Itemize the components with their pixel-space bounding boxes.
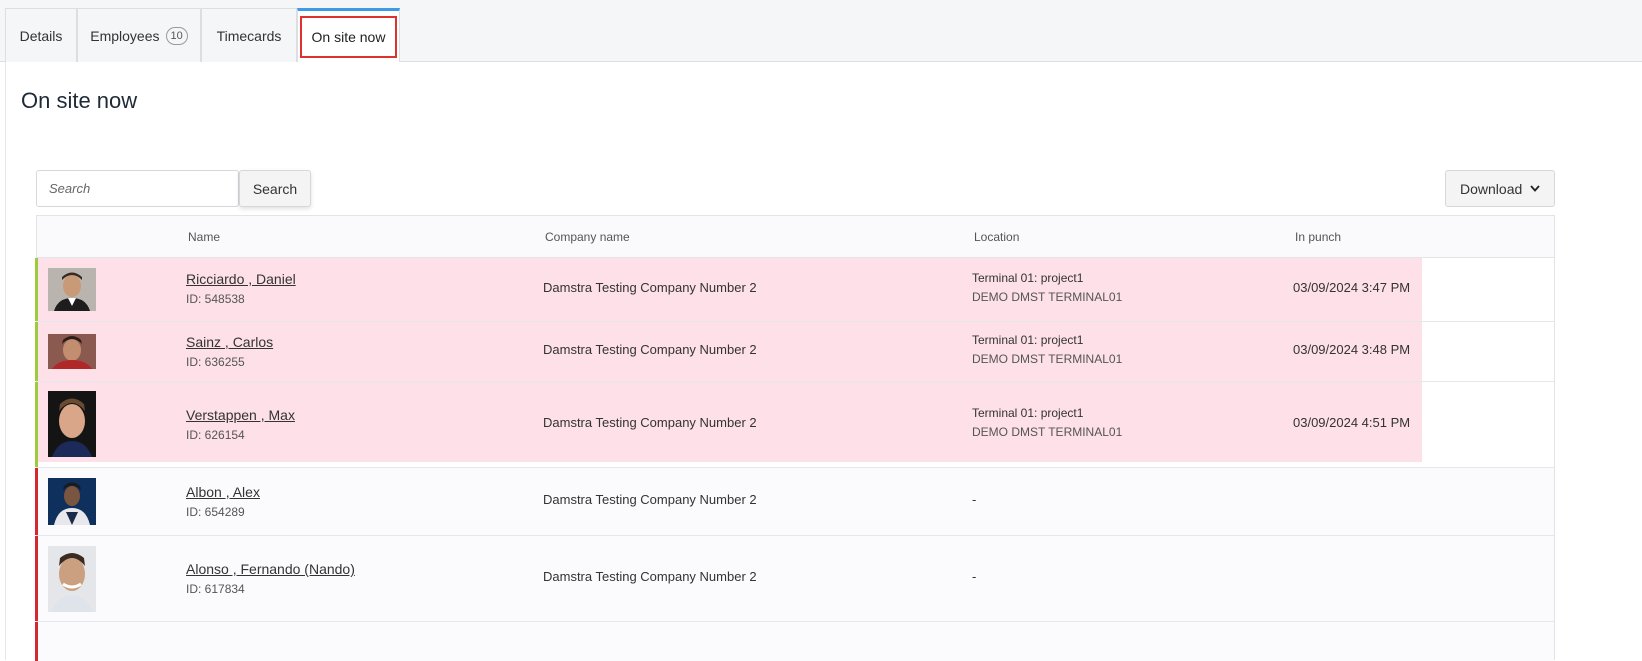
name-cell: Sainz , Carlos ID: 636255 xyxy=(186,334,273,369)
location-cell: Terminal 01: project1 DEMO DMST TERMINAL… xyxy=(972,271,1122,304)
employee-name-link[interactable]: Sainz , Carlos xyxy=(186,334,273,350)
avatar xyxy=(48,268,96,311)
employee-id: ID: 626154 xyxy=(186,428,245,442)
company-cell: Damstra Testing Company Number 2 xyxy=(543,415,757,430)
company-cell: Damstra Testing Company Number 2 xyxy=(543,492,757,507)
in-punch-cell: 03/09/2024 4:51 PM xyxy=(1293,415,1411,430)
avatar xyxy=(48,478,96,525)
column-header-location[interactable]: Location xyxy=(974,230,1019,244)
download-label: Download xyxy=(1460,180,1523,197)
offsite-status-bar xyxy=(35,536,38,621)
company-cell: Damstra Testing Company Number 2 xyxy=(543,280,757,295)
company-cell: Damstra Testing Company Number 2 xyxy=(543,569,757,584)
avatar xyxy=(48,391,96,457)
tab-timecards[interactable]: Timecards xyxy=(201,8,297,62)
table-row: Albon , Alex ID: 654289 Damstra Testing … xyxy=(35,468,1554,536)
location-line-2: DEMO DMST TERMINAL01 xyxy=(972,290,1123,304)
location-line-1: Terminal 01: project1 xyxy=(972,271,1084,285)
offsite-status-bar xyxy=(35,468,38,535)
table-row: Ricciardo , Daniel ID: 548538 Damstra Te… xyxy=(35,258,1554,322)
location-line-1: Terminal 01: project1 xyxy=(972,333,1084,347)
column-header-in-punch[interactable]: In punch xyxy=(1295,230,1341,244)
tab-details-label: Details xyxy=(19,27,63,44)
avatar xyxy=(48,334,96,369)
in-punch-cell: 03/09/2024 3:48 PM xyxy=(1293,342,1411,357)
location-cell: - xyxy=(972,492,977,507)
employee-id: ID: 548538 xyxy=(186,292,245,306)
table-row: Sainz , Carlos ID: 636255 Damstra Testin… xyxy=(35,322,1554,382)
download-select[interactable]: Download xyxy=(1445,170,1555,207)
location-line-2: DEMO DMST TERMINAL01 xyxy=(972,425,1123,439)
location-line-2: DEMO DMST TERMINAL01 xyxy=(972,352,1123,366)
tab-on-site-now-label: On site now xyxy=(299,16,398,58)
column-header-name[interactable]: Name xyxy=(188,230,220,244)
main-content: On site now Search Download Name Company… xyxy=(5,62,1642,661)
employee-name-link[interactable]: Verstappen , Max xyxy=(186,407,295,423)
tab-bar: Details Employees 10 Timecards On site n… xyxy=(0,0,1642,63)
location-cell: - xyxy=(972,569,977,584)
name-cell: Albon , Alex ID: 654289 xyxy=(186,484,260,519)
column-header-company[interactable]: Company name xyxy=(545,230,630,244)
in-punch-cell: 03/09/2024 3:47 PM xyxy=(1293,280,1411,295)
employee-name-link[interactable]: Albon , Alex xyxy=(186,484,260,500)
employee-id: ID: 636255 xyxy=(186,355,245,369)
employees-count-badge: 10 xyxy=(165,26,188,45)
table-row: Verstappen , Max ID: 626154 Damstra Test… xyxy=(35,382,1554,468)
location-cell: Terminal 01: project1 DEMO DMST TERMINAL… xyxy=(972,333,1122,366)
tab-details[interactable]: Details xyxy=(5,8,77,62)
employee-name-link[interactable]: Ricciardo , Daniel xyxy=(186,271,296,287)
page-title: On site now xyxy=(21,88,138,113)
onsite-status-bar xyxy=(35,258,38,321)
tab-employees-label: Employees xyxy=(90,27,160,44)
table-row: Alonso , Fernando (Nando) ID: 617834 Dam… xyxy=(35,536,1554,622)
offsite-status-bar xyxy=(35,622,38,661)
name-cell: Ricciardo , Daniel ID: 548538 xyxy=(186,271,296,306)
location-line-1: Terminal 01: project1 xyxy=(972,406,1084,420)
name-cell: Verstappen , Max ID: 626154 xyxy=(186,407,295,442)
avatar xyxy=(48,546,96,612)
table-header: Name Company name Location In punch xyxy=(37,216,1554,258)
chevron-down-icon xyxy=(1530,183,1540,195)
employee-id: ID: 654289 xyxy=(186,505,245,519)
name-cell: Alonso , Fernando (Nando) ID: 617834 xyxy=(186,561,355,596)
location-cell: Terminal 01: project1 DEMO DMST TERMINAL… xyxy=(972,406,1122,439)
tab-timecards-label: Timecards xyxy=(216,27,282,44)
company-cell: Damstra Testing Company Number 2 xyxy=(543,342,757,357)
search-input[interactable] xyxy=(36,170,239,207)
on-site-table: Name Company name Location In punch Ricc… xyxy=(35,215,1555,661)
search-button[interactable]: Search xyxy=(239,170,311,207)
tab-employees[interactable]: Employees 10 xyxy=(77,8,201,62)
table-row xyxy=(35,622,1554,661)
onsite-status-bar xyxy=(35,322,38,381)
employee-name-link[interactable]: Alonso , Fernando (Nando) xyxy=(186,561,355,577)
employee-id: ID: 617834 xyxy=(186,582,245,596)
onsite-status-bar xyxy=(35,382,38,467)
tab-on-site-now[interactable]: On site now xyxy=(297,8,400,63)
